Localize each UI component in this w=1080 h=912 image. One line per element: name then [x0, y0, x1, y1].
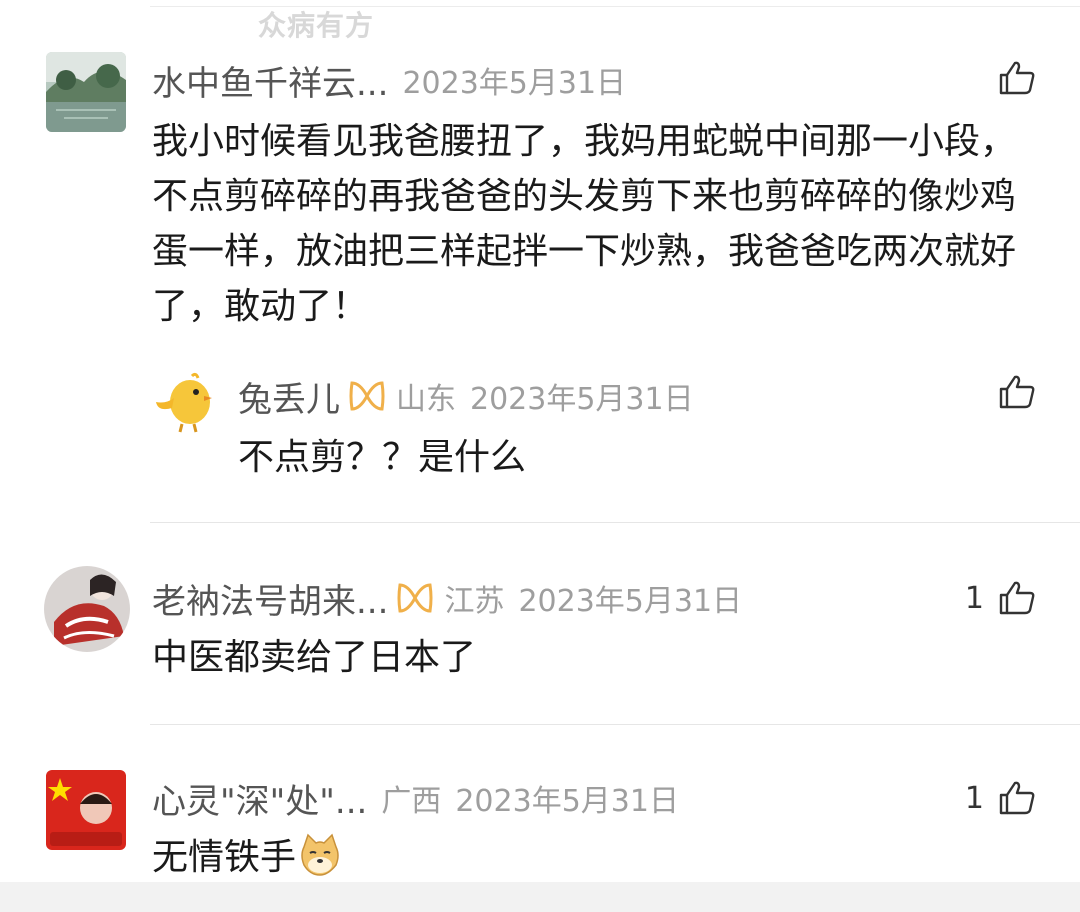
username[interactable]: 心灵"深"处"... — [152, 774, 367, 823]
vip-badge — [348, 379, 386, 413]
region-label: 江苏 — [444, 584, 505, 619]
bottom-bar — [0, 882, 1080, 912]
region-label: 山东 — [396, 382, 456, 417]
like-button[interactable]: 1 — [965, 580, 1036, 616]
thumbs-up-icon — [999, 781, 1035, 815]
flag-child-avatar — [46, 770, 126, 850]
avatar[interactable] — [46, 52, 126, 132]
comment-meta: 心灵"深"处"... 广西 2023年5月31日 — [152, 778, 679, 822]
comment-divider — [150, 522, 1080, 523]
yellow-chick-avatar — [156, 372, 212, 433]
doge-emoji — [298, 833, 342, 877]
comment-date: 2023年5月31日 — [402, 66, 627, 101]
like-count: 1 — [964, 780, 984, 816]
username[interactable]: 水中鱼千祥云... — [152, 56, 388, 105]
like-button[interactable]: 1 — [965, 780, 1036, 816]
username[interactable]: 老衲法号胡来... — [152, 574, 388, 623]
thumbs-up-icon — [999, 61, 1035, 95]
comment-meta: 水中鱼千祥云... 2023年5月31日 — [152, 60, 627, 104]
comment-text: 无情铁手 — [152, 830, 1052, 885]
comment-text: 我小时候看见我爸腰扭了，我妈用蛇蜕中间那一小段，不点剪碎碎的再我爸爸的头发剪下来… — [152, 121, 1017, 327]
watermark: 众病有方 — [258, 9, 375, 42]
vip-ribbon-icon — [397, 583, 433, 613]
comment-date: 2023年5月31日 — [518, 584, 743, 619]
comment-text: 中医都卖给了日本了 — [152, 637, 477, 678]
like-count: 1 — [964, 580, 984, 616]
thumbs-up-icon — [999, 581, 1035, 615]
username[interactable]: 兔丢儿 — [238, 372, 340, 421]
region-label: 广西 — [381, 784, 442, 819]
reply-meta: 兔丢儿 山东 2023年5月31日 — [238, 376, 694, 420]
comment-meta: 老衲法号胡来... 江苏 2023年5月31日 — [152, 578, 743, 622]
reply-text: 不点剪？？是什么 — [238, 437, 527, 478]
comment-date: 2023年5月31日 — [455, 784, 679, 819]
like-button[interactable] — [984, 374, 1036, 410]
comment-date: 2023年5月31日 — [470, 382, 694, 417]
doge-emoji-icon — [301, 833, 339, 876]
comment-text-content: 无情铁手 — [152, 837, 297, 878]
avatar[interactable] — [44, 566, 130, 652]
vip-ribbon-icon — [349, 381, 385, 411]
landscape-lake-avatar — [46, 52, 126, 132]
thumbs-up-icon — [999, 375, 1035, 409]
avatar[interactable] — [152, 372, 218, 434]
like-button[interactable] — [984, 60, 1036, 96]
anime-figure-avatar — [44, 566, 130, 652]
avatar[interactable] — [46, 770, 126, 850]
comment-divider — [150, 724, 1080, 725]
vip-badge — [396, 581, 434, 615]
